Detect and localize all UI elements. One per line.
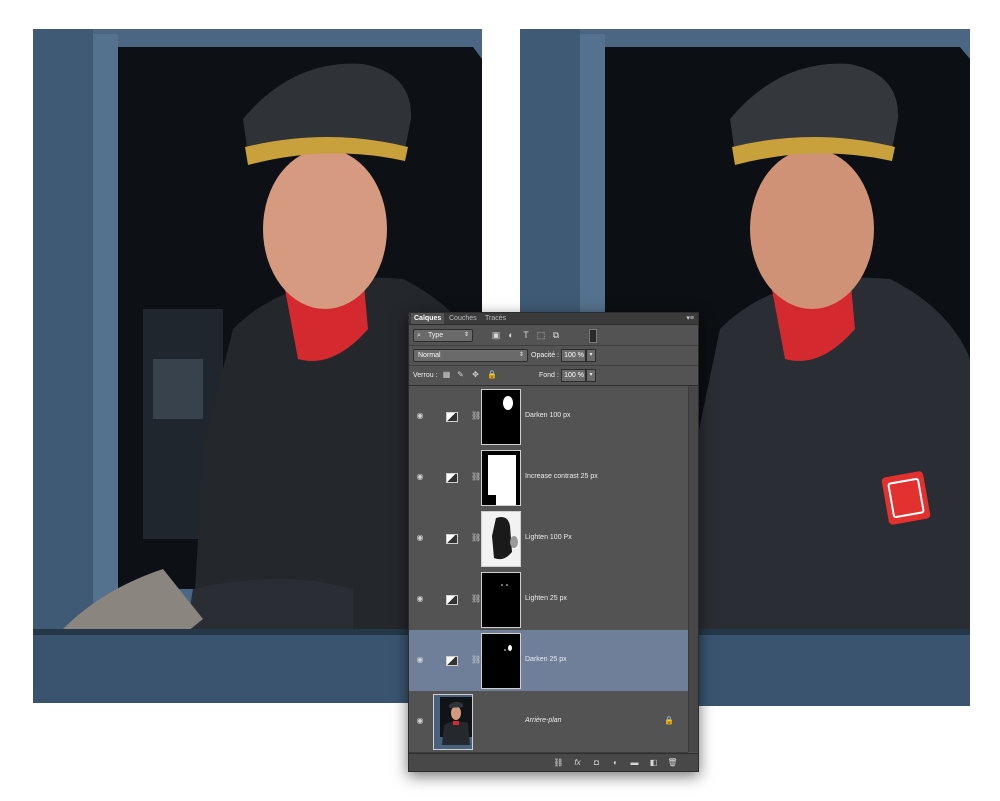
updown-arrows-icon: ⇕ (463, 332, 469, 338)
panel-footer: ⛓ fx ◘ ◐ ▬ ◧ 🗑 (409, 753, 698, 771)
lock-label: Verrou : (413, 372, 438, 379)
eye-icon[interactable]: ◉ (415, 594, 425, 604)
trash-icon[interactable]: 🗑 (667, 757, 678, 768)
adjustment-layer-icon[interactable]: ◐ (610, 757, 621, 768)
layer-name: Darken 100 px (525, 412, 571, 419)
layer-row[interactable]: ◉ ⛓ Increase contrast 25 px (409, 447, 688, 509)
layer-row[interactable]: ◉ ⛓ Lighten 100 Px (409, 508, 688, 570)
layer-row-background[interactable]: ◉ Arrière-plan 🔒 (409, 691, 688, 753)
filter-row: ⌕ Type ⇕ ▣ ◐ T ⬚ ⧉ (409, 326, 698, 346)
text-filter-icon[interactable]: T (521, 330, 531, 340)
lock-pixels-icon[interactable]: ✎ (456, 370, 465, 380)
panel-menu-icon[interactable]: ▾≡ (686, 314, 694, 322)
lock-position-icon[interactable]: ✥ (471, 370, 480, 380)
blend-row: Normal ⇕ Opacité : 100 % ▾ (409, 346, 698, 366)
layer-mask-thumbnail[interactable] (481, 572, 521, 628)
layer-mask-thumbnail[interactable] (481, 633, 521, 689)
layer-name: Lighten 100 Px (525, 534, 572, 541)
chain-link-icon[interactable]: ⛓ (471, 655, 481, 665)
curves-adjustment-icon (446, 595, 458, 605)
layer-mask-thumbnail[interactable] (481, 511, 521, 567)
lock-icon: 🔒 (664, 716, 674, 725)
lock-transparent-icon[interactable]: ▦ (442, 370, 451, 380)
curves-adjustment-icon (446, 412, 458, 422)
opacity-field[interactable]: 100 % (561, 349, 586, 362)
layer-mask-thumbnail[interactable] (481, 450, 521, 506)
layer-name: Darken 25 px (525, 656, 567, 663)
layer-name: Arrière-plan (525, 717, 562, 724)
eye-icon[interactable]: ◉ (415, 411, 425, 421)
background-thumbnail[interactable] (433, 694, 473, 750)
search-icon: ⌕ (417, 332, 421, 339)
blend-mode-select[interactable]: Normal ⇕ (413, 349, 528, 362)
layer-row[interactable]: ◉ ⛓ Lighten 25 px (409, 569, 688, 631)
chain-link-icon[interactable]: ⛓ (471, 472, 481, 482)
lock-row: Verrou : ▦ ✎ ✥ 🔒 Fond : 100 % ▾ (409, 366, 698, 386)
fill-dropdown-icon[interactable]: ▾ (586, 369, 596, 382)
filter-type-select[interactable]: ⌕ Type ⇕ (413, 329, 473, 342)
lock-all-icon[interactable]: 🔒 (487, 370, 497, 380)
layer-row-selected[interactable]: ◉ ⛓ Darken 25 px (409, 630, 688, 692)
opacity-label: Opacité : (531, 352, 560, 359)
layer-list-scrollbar[interactable] (688, 386, 698, 752)
opacity-dropdown-icon[interactable]: ▾ (586, 349, 596, 362)
fill-field[interactable]: 100 % (561, 369, 586, 382)
curves-adjustment-icon (446, 656, 458, 666)
shape-filter-icon[interactable]: ⬚ (536, 330, 546, 340)
adjustment-filter-icon[interactable]: ◐ (506, 330, 516, 340)
link-layers-icon[interactable]: ⛓ (553, 757, 564, 768)
eye-icon[interactable]: ◉ (415, 716, 425, 726)
layer-list: ◉ ⛓ Darken 100 px ◉ ⛓ Increase contrast … (409, 386, 688, 753)
smart-object-filter-icon[interactable]: ⧉ (551, 330, 561, 340)
eye-icon[interactable]: ◉ (415, 472, 425, 482)
filter-toggle[interactable] (589, 329, 597, 343)
add-mask-icon[interactable]: ◘ (591, 757, 602, 768)
updown-arrows-icon: ⇕ (518, 352, 524, 358)
eye-icon[interactable]: ◉ (415, 655, 425, 665)
fill-label: Fond : (539, 372, 559, 379)
fx-icon[interactable]: fx (572, 757, 583, 768)
chain-link-icon[interactable]: ⛓ (471, 411, 481, 421)
layer-name: Increase contrast 25 px (525, 473, 598, 480)
new-layer-icon[interactable]: ◧ (648, 757, 659, 768)
group-folder-icon[interactable]: ▬ (629, 757, 640, 768)
layer-mask-thumbnail[interactable] (481, 389, 521, 445)
curves-adjustment-icon (446, 534, 458, 544)
chain-link-icon[interactable]: ⛓ (471, 533, 481, 543)
image-filter-icon[interactable]: ▣ (491, 330, 501, 340)
curves-adjustment-icon (446, 473, 458, 483)
eye-icon[interactable]: ◉ (415, 533, 425, 543)
chain-link-icon[interactable]: ⛓ (471, 594, 481, 604)
layers-panel: Calques Couches Tracés ▾≡ ⌕ Type ⇕ ▣ ◐ T… (408, 312, 699, 772)
panel-tabbar: Calques Couches Tracés ▾≡ (409, 313, 698, 325)
tab-traces[interactable]: Tracés (482, 313, 509, 324)
layer-name: Lighten 25 px (525, 595, 568, 602)
layer-row[interactable]: ◉ ⛓ Darken 100 px (409, 386, 688, 448)
tab-couches[interactable]: Couches (446, 313, 480, 324)
tab-calques[interactable]: Calques (411, 313, 445, 324)
